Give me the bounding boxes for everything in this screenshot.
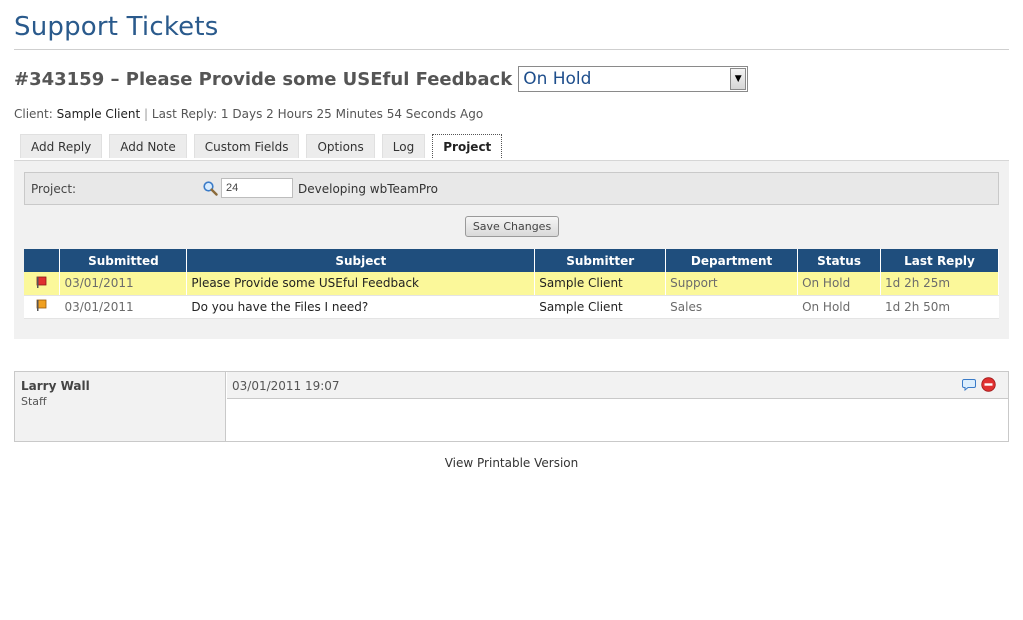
submitted-cell: 03/01/2011 <box>59 272 188 296</box>
table-row[interactable]: 03/01/2011 Please Provide some USEful Fe… <box>24 272 999 296</box>
column-header-subject[interactable]: Subject <box>186 249 536 272</box>
delete-icon[interactable] <box>981 377 996 392</box>
last-reply-cell: 1d 2h 25m <box>880 272 999 296</box>
tab-add-note[interactable]: Add Note <box>109 134 187 158</box>
project-tab-panel: Project: Developing wbTeamPro Save Chang… <box>14 160 1009 339</box>
submitter-cell: Sample Client <box>534 295 667 319</box>
search-icon[interactable] <box>202 180 218 196</box>
flag-icon <box>36 276 47 288</box>
project-name: Developing wbTeamPro <box>298 182 438 196</box>
ticket-header: #343159 – Please Provide some USEful Fee… <box>14 66 749 92</box>
reply-date: 03/01/2011 19:07 <box>232 379 340 393</box>
column-header-last-reply[interactable]: Last Reply <box>880 249 999 272</box>
column-header-status[interactable]: Status <box>797 249 882 272</box>
table-header-row: Submitted Subject Submitter Department S… <box>24 249 999 272</box>
last-reply-text: Last Reply: 1 Days 2 Hours 25 Minutes 54… <box>151 107 484 121</box>
flag-icon <box>36 299 47 311</box>
flag-cell <box>24 295 61 319</box>
speech-bubble-icon[interactable] <box>962 378 976 391</box>
page-title: Support Tickets <box>14 12 219 42</box>
column-header-department[interactable]: Department <box>665 249 799 272</box>
client-label: Client: <box>14 107 53 121</box>
table-row[interactable]: 03/01/2011 Do you have the Files I need?… <box>24 295 999 319</box>
column-header-flag <box>24 249 61 272</box>
client-info-line: Client: Sample Client | Last Reply: 1 Da… <box>14 107 483 121</box>
department-cell: Support <box>665 272 799 296</box>
flag-cell <box>24 272 61 296</box>
client-name[interactable]: Sample Client <box>57 107 141 121</box>
status-select[interactable]: On Hold ▼ <box>518 66 749 92</box>
tab-log[interactable]: Log <box>381 134 426 158</box>
reply-header: 03/01/2011 19:07 <box>227 372 1008 399</box>
last-reply-cell: 1d 2h 50m <box>880 295 999 319</box>
project-id-input[interactable] <box>221 178 293 198</box>
department-cell: Sales <box>665 295 799 319</box>
submitter-cell: Sample Client <box>534 272 667 296</box>
status-cell: On Hold <box>797 295 882 319</box>
title-divider <box>14 49 1009 50</box>
reply-author-panel: Larry Wall Staff <box>15 372 226 441</box>
tab-options[interactable]: Options <box>306 134 375 158</box>
client-separator: | <box>144 107 149 121</box>
tab-custom-fields[interactable]: Custom Fields <box>193 134 300 158</box>
save-changes-button[interactable]: Save Changes <box>465 216 559 237</box>
column-header-submitter[interactable]: Submitter <box>534 249 667 272</box>
reply-entry: Larry Wall Staff 03/01/2011 19:07 <box>14 371 1009 442</box>
status-select-value: On Hold <box>523 69 592 89</box>
subject-cell[interactable]: Please Provide some USEful Feedback <box>186 272 536 296</box>
related-tickets-table: Submitted Subject Submitter Department S… <box>24 249 999 319</box>
subject-cell[interactable]: Do you have the Files I need? <box>186 295 536 319</box>
tab-project[interactable]: Project <box>432 134 503 158</box>
chevron-down-icon[interactable]: ▼ <box>730 68 747 90</box>
project-label: Project: <box>31 182 77 196</box>
reply-author-name: Larry Wall <box>21 379 90 393</box>
tab-add-reply[interactable]: Add Reply <box>20 134 103 158</box>
project-field-row: Project: Developing wbTeamPro <box>24 172 999 205</box>
status-cell: On Hold <box>797 272 882 296</box>
view-printable-link[interactable]: View Printable Version <box>0 456 1023 470</box>
ticket-title: #343159 – Please Provide some USEful Fee… <box>14 68 513 90</box>
submitted-cell: 03/01/2011 <box>59 295 188 319</box>
column-header-submitted[interactable]: Submitted <box>59 249 188 272</box>
ticket-tabs: Add Reply Add Note Custom Fields Options… <box>20 134 509 158</box>
reply-author-role: Staff <box>21 395 47 408</box>
